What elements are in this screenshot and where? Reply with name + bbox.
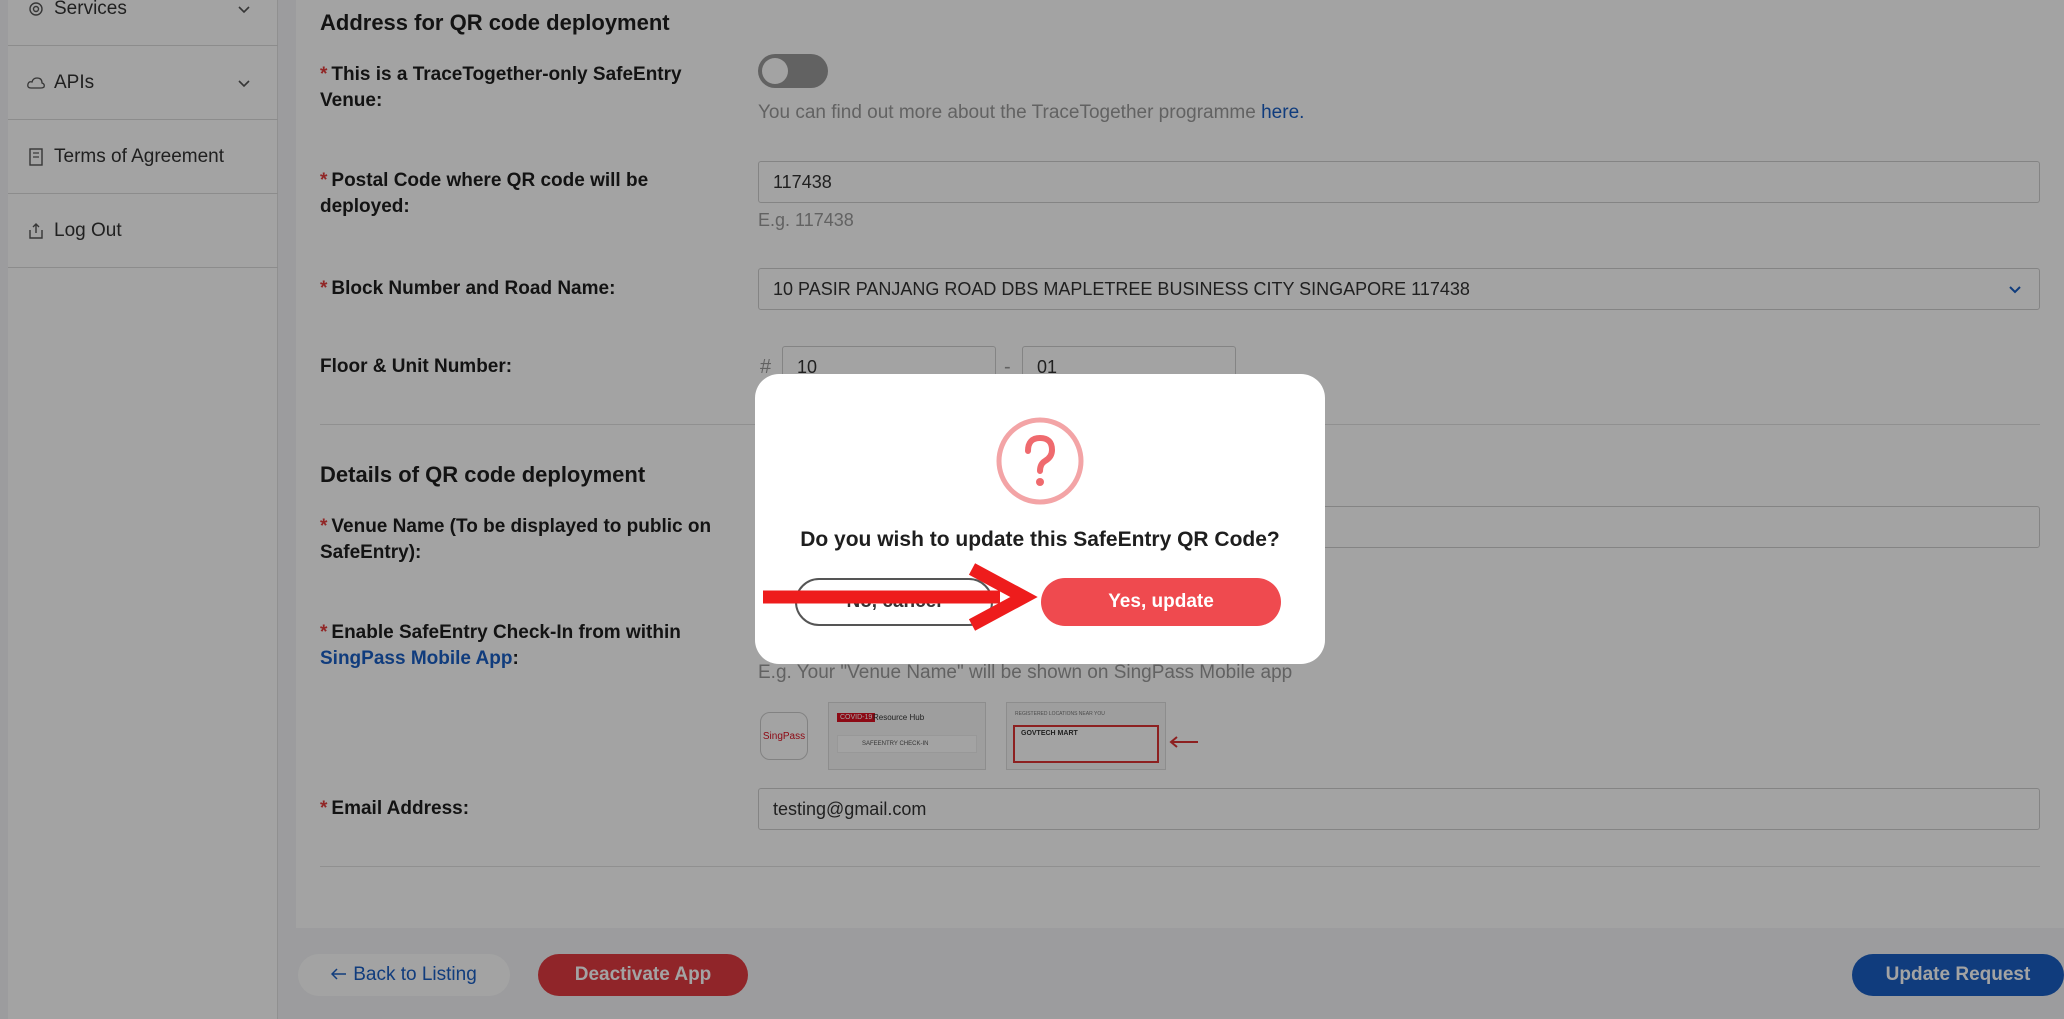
annotation-arrow-icon [763, 563, 1038, 631]
yes-update-button[interactable]: Yes, update [1041, 578, 1281, 626]
question-icon [996, 417, 1084, 505]
dialog-message: Do you wish to update this SafeEntry QR … [800, 528, 1280, 551]
